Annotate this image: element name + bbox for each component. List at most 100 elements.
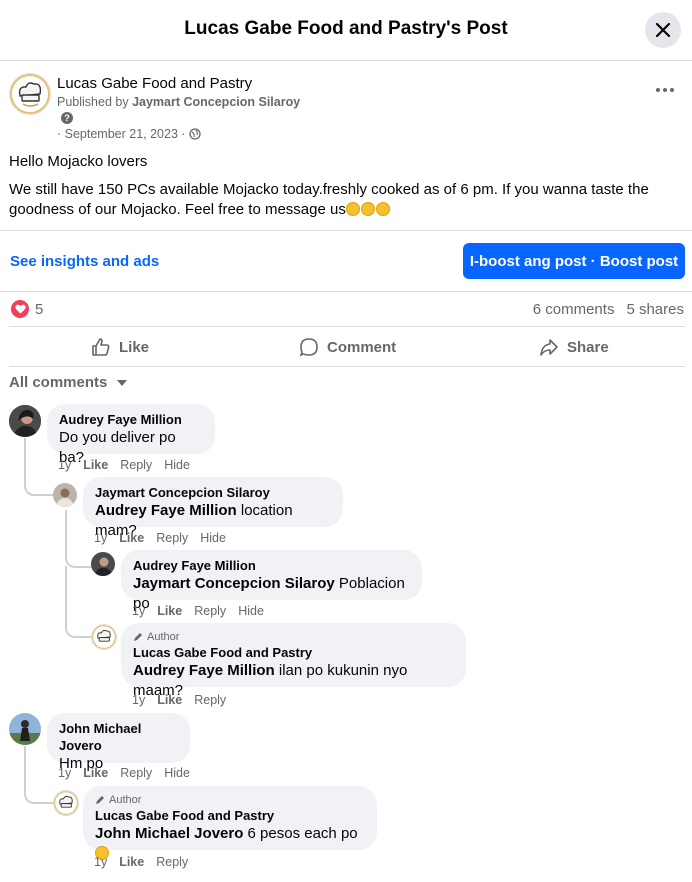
comment-age[interactable]: 1y [132, 604, 145, 618]
publisher-name[interactable]: Jaymart Concepcion Silaroy [132, 95, 300, 109]
post-date[interactable]: · September 21, 2023 · [57, 127, 186, 141]
comment-age[interactable]: 1y [94, 855, 107, 869]
comment-filter-label: All comments [9, 374, 108, 391]
comment-reply-button[interactable]: Reply [194, 693, 226, 707]
user-photo-icon [9, 713, 41, 745]
page-avatar[interactable] [9, 73, 51, 115]
comments-count[interactable]: 6 comments [533, 301, 615, 318]
shares-count[interactable]: 5 shares [626, 301, 684, 318]
commenter-name[interactable]: Lucas Gabe Food and Pastry [95, 807, 365, 824]
user-photo-icon [53, 483, 77, 507]
pencil-icon [134, 633, 142, 641]
share-label: Share [567, 338, 609, 356]
globe-icon [189, 128, 201, 140]
love-reaction-icon[interactable] [11, 300, 29, 318]
commenter-name[interactable]: John Michael Jovero [59, 720, 178, 754]
page-avatar[interactable] [91, 624, 117, 650]
smiling-emoji-icon [345, 202, 360, 216]
post-greeting: Hello Mojacko lovers [9, 153, 148, 170]
comment-hide-button[interactable]: Hide [164, 458, 190, 472]
engagement-counts: 6 comments 5 shares [521, 301, 684, 318]
user-photo-icon [9, 405, 41, 437]
reaction-count[interactable]: 5 [35, 301, 43, 318]
author-label: Author [109, 794, 142, 806]
comment-reply-button[interactable]: Reply [156, 855, 188, 869]
divider [0, 230, 692, 231]
page-name[interactable]: Lucas Gabe Food and Pastry [57, 75, 252, 92]
user-photo-icon [91, 552, 115, 576]
comment-bubble: Author Lucas Gabe Food and Pastry Audrey… [121, 623, 466, 699]
comment-age[interactable]: 1y [94, 531, 107, 545]
comment-meta: 1y Like Reply Hide [58, 458, 202, 472]
chef-hat-logo-icon [10, 74, 50, 114]
chef-hat-logo-icon [54, 791, 78, 815]
commenter-name[interactable]: Audrey Faye Million [133, 557, 410, 574]
comment-like-button[interactable]: Like [157, 693, 182, 707]
thread-connector [24, 438, 54, 496]
comment-age[interactable]: 1y [58, 766, 71, 780]
post-body: Hello Mojacko lovers We still have 150 P… [9, 152, 679, 228]
comment-body: 6 pesos each po [243, 825, 358, 842]
comment-age[interactable]: 1y [58, 458, 71, 472]
comment-like-button[interactable]: Like [119, 855, 144, 869]
comment-reply-button[interactable]: Reply [120, 766, 152, 780]
comment-label: Comment [327, 338, 397, 356]
comment-like-button[interactable]: Like [83, 458, 108, 472]
mention-link[interactable]: Audrey Faye Million [133, 662, 275, 679]
author-badge: Author [95, 793, 365, 807]
page-avatar[interactable] [53, 790, 79, 816]
commenter-name[interactable]: Audrey Faye Million [59, 411, 203, 428]
comment-meta: 1y Like Reply Hide [94, 531, 238, 545]
comment-button[interactable]: Comment [299, 333, 396, 361]
comment-reply-button[interactable]: Reply [120, 458, 152, 472]
post-message: We still have 150 PCs available Mojacko … [9, 180, 679, 220]
help-icon[interactable]: ? [61, 112, 73, 124]
commenter-name[interactable]: Jaymart Concepcion Silaroy [95, 484, 331, 501]
avatar[interactable] [91, 552, 115, 576]
comment-meta: 1y Like Reply Hide [58, 766, 202, 780]
comment-age[interactable]: 1y [132, 693, 145, 707]
divider [9, 366, 685, 367]
like-button[interactable]: Like [91, 333, 149, 361]
see-insights-link[interactable]: See insights and ads [10, 253, 159, 270]
mention-link[interactable]: John Michael Jovero [95, 825, 243, 842]
smiling-emoji-icon [360, 202, 375, 216]
comment-like-button[interactable]: Like [157, 604, 182, 618]
more-options-button[interactable] [655, 82, 675, 93]
comment-meta: 1y Like Reply [132, 693, 238, 707]
share-button[interactable]: Share [539, 333, 609, 361]
mention-link[interactable]: Jaymart Concepcion Silaroy [133, 575, 335, 592]
commenter-name[interactable]: Lucas Gabe Food and Pastry [133, 644, 454, 661]
comment-reply-button[interactable]: Reply [194, 604, 226, 618]
smiling-emoji-icon [375, 202, 390, 216]
comment-like-button[interactable]: Like [83, 766, 108, 780]
dialog-title: Lucas Gabe Food and Pastry's Post [184, 18, 508, 39]
comment-bubble: Audrey Faye Million Do you deliver po ba… [47, 404, 215, 466]
avatar[interactable] [53, 483, 77, 507]
like-label: Like [119, 338, 150, 356]
avatar[interactable] [9, 405, 41, 437]
comment-hide-button[interactable]: Hide [164, 766, 190, 780]
post-date-row: · September 21, 2023 · [57, 127, 201, 141]
comment-hide-button[interactable]: Hide [238, 604, 264, 618]
comment-reply-button[interactable]: Reply [156, 531, 188, 545]
close-icon [655, 22, 671, 38]
boost-post-button[interactable]: I-boost ang post · Boost post [463, 243, 685, 279]
share-arrow-icon [540, 339, 558, 356]
thumbs-up-icon [92, 338, 110, 356]
comment-bubble: Author Lucas Gabe Food and Pastry John M… [83, 786, 377, 860]
dialog-header: Lucas Gabe Food and Pastry's Post [0, 0, 692, 61]
divider [9, 326, 685, 327]
comment-hide-button[interactable]: Hide [200, 531, 226, 545]
chef-hat-logo-icon [92, 625, 116, 649]
close-button[interactable] [645, 12, 681, 48]
comment-bubble: Audrey Faye Million Jaymart Concepcion S… [121, 550, 422, 612]
comment-bubble-icon [299, 338, 318, 357]
avatar[interactable] [9, 713, 41, 745]
author-badge: Author [133, 630, 454, 644]
comment-like-button[interactable]: Like [119, 531, 144, 545]
comment-filter-dropdown[interactable]: All comments [9, 374, 128, 391]
more-dots-icon [656, 88, 674, 92]
published-by-line: Published by Jaymart Concepcion Silaroy [57, 95, 300, 109]
mention-link[interactable]: Audrey Faye Million [95, 502, 237, 519]
